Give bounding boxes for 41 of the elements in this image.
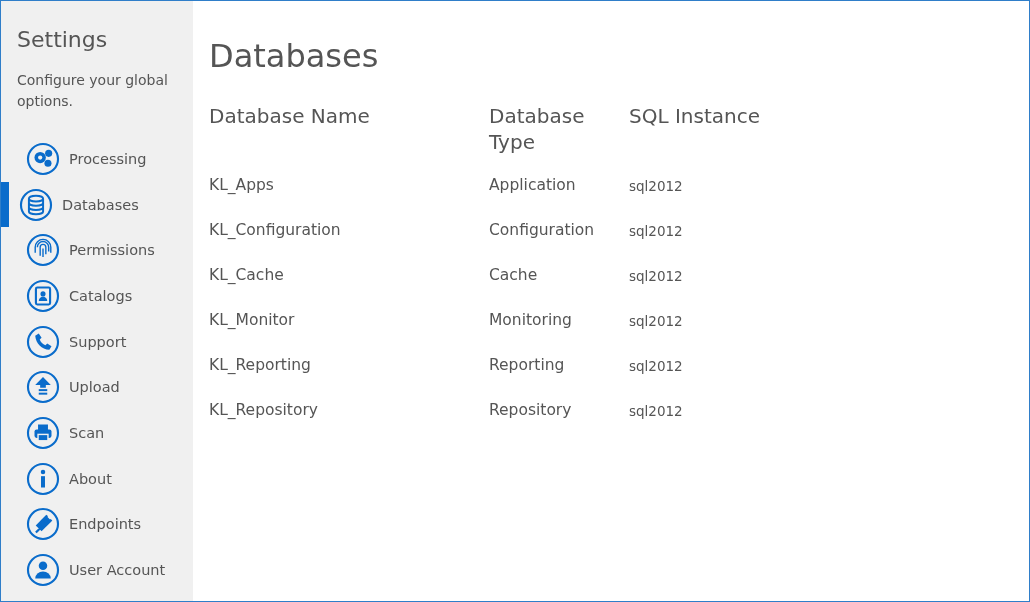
column-header: Database Type	[489, 103, 586, 156]
nav-item[interactable]: About	[1, 455, 193, 502]
table-cell: KL_Cache	[209, 266, 284, 284]
contact-book-icon	[26, 278, 60, 313]
nav-item[interactable]: Permissions	[1, 227, 193, 274]
nav-item[interactable]: Processing	[1, 136, 193, 182]
table-cell: sql2012	[629, 178, 683, 194]
fingerprint-icon	[26, 233, 60, 268]
sidebar-title: Settings	[17, 27, 109, 52]
table-cell: KL_Monitor	[209, 311, 295, 329]
table-cell: Configuration	[489, 221, 595, 239]
phone-icon	[26, 324, 60, 359]
table-cell: KL_Apps	[209, 176, 274, 194]
table-cell: sql2012	[629, 268, 683, 284]
table-cell: Monitoring	[489, 311, 572, 329]
table-cell: Application	[489, 176, 576, 194]
table-cell: Reporting	[489, 356, 565, 374]
nav-item[interactable]: Upload	[1, 364, 193, 411]
table-cell: KL_Reporting	[209, 356, 311, 374]
nav-item[interactable]: Endpoints	[1, 501, 193, 548]
table-cell: sql2012	[629, 223, 683, 239]
column-header: SQL Instance	[629, 103, 760, 130]
table-cell: Cache	[489, 266, 538, 284]
nav-item[interactable]: Databases	[1, 181, 193, 228]
sidebar-description: Configure your global options.	[17, 71, 169, 111]
column-header: Database Name	[209, 103, 489, 173]
info-icon	[26, 461, 60, 496]
database-icon	[19, 187, 53, 222]
nav-item[interactable]: Catalogs	[1, 273, 193, 319]
table-cell: sql2012	[629, 358, 683, 374]
table-cell: KL_Repository	[209, 401, 318, 419]
nav-item[interactable]: User Account	[1, 547, 193, 593]
printer-icon	[26, 415, 60, 450]
user-icon	[26, 553, 60, 588]
table-cell: Repository	[489, 401, 572, 419]
table-cell: sql2012	[629, 313, 683, 329]
table-cell: sql2012	[629, 403, 683, 419]
page-title: Databases	[209, 37, 380, 75]
nav-item[interactable]: Scan	[1, 410, 193, 456]
nav-item[interactable]: Support	[1, 318, 193, 365]
table-cell: KL_Configuration	[209, 221, 341, 239]
